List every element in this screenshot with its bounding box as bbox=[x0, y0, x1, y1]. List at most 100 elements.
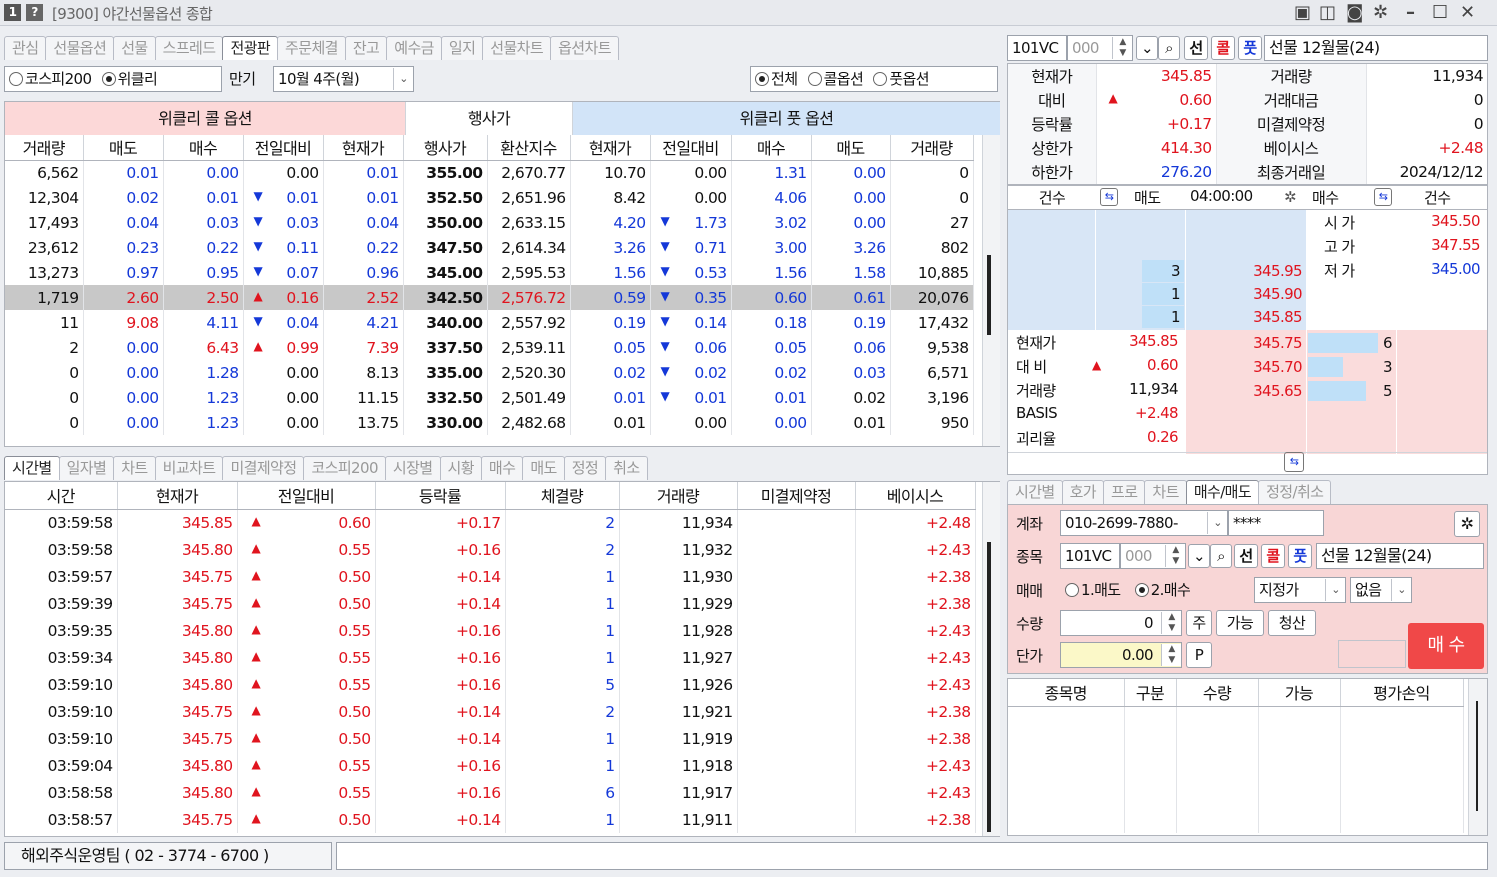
scrollbar-thumb[interactable] bbox=[1476, 701, 1478, 811]
window-number-badge[interactable]: 1 bbox=[4, 4, 21, 21]
qty-unit-button[interactable]: 주 bbox=[1186, 610, 1212, 636]
order-tab-4[interactable]: 매수/매도 bbox=[1185, 480, 1260, 504]
qty-input[interactable]: 0 ▲ ▼ bbox=[1060, 610, 1182, 636]
tick-row[interactable]: 03:58:58 345.80 ▲ 0.55 +0.16 6 11,917 +2.43 bbox=[5, 779, 976, 806]
gear-icon[interactable]: ✲ bbox=[1284, 188, 1297, 206]
call-button[interactable]: 콜 bbox=[1211, 36, 1235, 60]
search-icon[interactable]: ⌕ bbox=[1158, 36, 1180, 60]
sub-tab-10[interactable]: 정정 bbox=[563, 456, 607, 480]
sub-tab-6[interactable]: 시장별 bbox=[384, 456, 441, 480]
put-button[interactable]: 풋 bbox=[1238, 36, 1262, 60]
radio-weekly[interactable]: 위클리 bbox=[101, 70, 158, 88]
radio-sell[interactable]: 1.매도 bbox=[1065, 581, 1121, 599]
option-board-row[interactable]: 2 0.00 6.43 ▲ 0.99 7.39 337.50 2,539.11 0.05 ▼ 0.0… bbox=[5, 335, 974, 360]
scrollbar-thumb[interactable] bbox=[987, 255, 991, 335]
sub-tab-3[interactable]: 비교차트 bbox=[154, 456, 224, 480]
radio-put[interactable]: 풋옵션 bbox=[873, 70, 930, 88]
condition-select[interactable]: 없음 ⌄ bbox=[1350, 577, 1412, 603]
tick-row[interactable]: 03:59:35 345.80 ▲ 0.55 +0.16 1 11,928 +2.43 bbox=[5, 617, 976, 644]
tick-row[interactable]: 03:59:57 345.75 ▲ 0.50 +0.14 1 11,930 +2.38 bbox=[5, 563, 976, 590]
order-tab-5[interactable]: 정정/취소 bbox=[1258, 480, 1332, 504]
order-subcode-input[interactable]: 000 ▲ ▼ bbox=[1120, 543, 1186, 569]
gear-icon[interactable]: ✲ bbox=[1454, 511, 1480, 537]
futures-button[interactable]: 선 bbox=[1234, 544, 1258, 568]
quote-subcode-input[interactable]: 000 ▲ ▼ bbox=[1067, 35, 1133, 61]
camera-icon[interactable]: ◙ bbox=[1346, 2, 1363, 23]
gear-icon[interactable]: ✲ bbox=[1373, 2, 1388, 23]
quote-code-input[interactable]: 101VC bbox=[1007, 35, 1067, 61]
spin-icon[interactable]: ▲ ▼ bbox=[1112, 37, 1132, 59]
sub-tab-5[interactable]: 코스피200 bbox=[303, 456, 386, 480]
chevron-down-icon[interactable]: ⌄ bbox=[1188, 544, 1210, 568]
search-icon[interactable]: ⌕ bbox=[1210, 544, 1232, 568]
option-board-row[interactable]: 12,304 0.02 0.01 ▼ 0.01 0.01 352.50 2,651.96 8.4… bbox=[5, 185, 974, 210]
main-tab-2[interactable]: 선물 bbox=[113, 36, 156, 60]
option-board-row[interactable]: 1,719 2.60 2.50 ▲ 0.16 2.52 342.50 2,576.72 0.59… bbox=[5, 285, 974, 310]
main-tab-1[interactable]: 선물옵션 bbox=[45, 36, 115, 60]
sub-tab-4[interactable]: 미결제약정 bbox=[222, 456, 305, 480]
help-icon[interactable]: ? bbox=[26, 4, 43, 21]
tick-row[interactable]: 03:59:34 345.80 ▲ 0.55 +0.16 1 11,927 +2.43 bbox=[5, 644, 976, 671]
price-input[interactable]: 0.00 ▲ ▼ bbox=[1060, 642, 1182, 668]
sub-tab-9[interactable]: 매도 bbox=[522, 456, 565, 480]
price-type-select[interactable]: 지정가 ⌄ bbox=[1254, 577, 1346, 603]
option-board-row[interactable]: 11 9.08 4.11 ▼ 0.04 4.21 340.00 2,557.92 0.19 ▼ 0.… bbox=[5, 310, 974, 335]
radio-call[interactable]: 콜옵션 bbox=[807, 70, 864, 88]
option-board-row[interactable]: 0 0.00 1.23 0.00 11.15 332.50 2,501.49 0.01 ▼ 0.0… bbox=[5, 385, 974, 410]
main-tab-9[interactable]: 선물차트 bbox=[482, 36, 552, 60]
liquidate-button[interactable]: 청산 bbox=[1268, 610, 1316, 636]
main-tab-7[interactable]: 예수금 bbox=[386, 36, 442, 60]
spin-icon[interactable]: ▲ ▼ bbox=[1165, 545, 1185, 567]
bid-price[interactable]: 345.75 bbox=[1186, 332, 1302, 354]
radio-buy[interactable]: 2.매수 bbox=[1134, 581, 1191, 599]
order-tab-0[interactable]: 시간별 bbox=[1007, 480, 1063, 504]
toggle-icon[interactable]: ⇆ bbox=[1374, 188, 1392, 206]
tick-row[interactable]: 03:59:39 345.75 ▲ 0.50 +0.14 1 11,929 +2.38 bbox=[5, 590, 976, 617]
bid-price[interactable]: 345.65 bbox=[1186, 380, 1302, 402]
tick-row[interactable]: 03:59:10 345.75 ▲ 0.50 +0.14 1 11,919 +2.38 bbox=[5, 725, 976, 752]
toggle-icon[interactable]: ⇆ bbox=[1100, 188, 1118, 206]
sub-tab-1[interactable]: 일자별 bbox=[58, 456, 115, 480]
option-board-row[interactable]: 23,612 0.23 0.22 ▼ 0.11 0.22 347.50 2,614.34 3.2… bbox=[5, 235, 974, 260]
ask-price[interactable]: 345.95 bbox=[1186, 260, 1302, 282]
sub-tab-2[interactable]: 차트 bbox=[113, 456, 156, 480]
radio-all[interactable]: 전체 bbox=[755, 70, 798, 88]
ask-price[interactable]: 345.90 bbox=[1186, 283, 1302, 305]
main-tab-0[interactable]: 관심 bbox=[4, 36, 47, 60]
main-tab-10[interactable]: 옵션차트 bbox=[550, 36, 619, 60]
call-button[interactable]: 콜 bbox=[1261, 544, 1285, 568]
main-tab-4[interactable]: 전광판 bbox=[222, 36, 279, 60]
maximize-icon[interactable]: ☐ bbox=[1432, 2, 1448, 23]
available-button[interactable]: 가능 bbox=[1216, 610, 1264, 636]
option-board-row[interactable]: 13,273 0.97 0.95 ▼ 0.07 0.96 345.00 2,595.53 1.5… bbox=[5, 260, 974, 285]
main-tab-5[interactable]: 주문체결 bbox=[277, 36, 346, 60]
tick-row[interactable]: 03:58:57 345.75 ▲ 0.50 +0.14 1 11,911 +2.38 bbox=[5, 806, 976, 833]
password-field[interactable]: **** bbox=[1228, 510, 1324, 536]
main-tab-3[interactable]: 스프레드 bbox=[154, 36, 224, 60]
sub-tab-0[interactable]: 시간별 bbox=[4, 456, 60, 480]
close-icon[interactable]: ✕ bbox=[1460, 2, 1475, 23]
scrollbar-thumb[interactable] bbox=[987, 542, 991, 832]
option-board-row[interactable]: 17,493 0.04 0.03 ▼ 0.03 0.04 350.00 2,633.15 4.2… bbox=[5, 210, 974, 235]
option-board-row[interactable]: 0 0.00 1.28 0.00 8.13 335.00 2,520.30 0.02 ▼ 0.02… bbox=[5, 360, 974, 385]
futures-button[interactable]: 선 bbox=[1184, 36, 1208, 60]
sub-tab-7[interactable]: 시황 bbox=[439, 456, 482, 480]
link-icon[interactable]: ◫ bbox=[1319, 2, 1336, 23]
sub-tab-8[interactable]: 매수 bbox=[480, 456, 524, 480]
order-code-input[interactable]: 101VC bbox=[1060, 543, 1120, 569]
option-board-scrollbar[interactable] bbox=[982, 135, 1000, 446]
order-tab-2[interactable]: 프로 bbox=[1103, 480, 1146, 504]
tick-row[interactable]: 03:59:04 345.80 ▲ 0.55 +0.16 1 11,918 +2.43 bbox=[5, 752, 976, 779]
tick-scrollbar[interactable] bbox=[982, 482, 1000, 836]
option-board-row[interactable]: 6,562 0.01 0.00 0.00 0.01 355.00 2,670.77 10.70… bbox=[5, 160, 974, 185]
minimize-icon[interactable]: – bbox=[1406, 2, 1415, 23]
toggle-icon[interactable]: ⇆ bbox=[1284, 452, 1304, 472]
spin-icon[interactable]: ▲ ▼ bbox=[1161, 612, 1181, 634]
sub-tab-11[interactable]: 취소 bbox=[605, 456, 648, 480]
put-button[interactable]: 풋 bbox=[1288, 544, 1312, 568]
bid-price[interactable]: 345.70 bbox=[1186, 356, 1302, 378]
buy-submit-button[interactable]: 매 수 bbox=[1408, 623, 1484, 669]
tick-row[interactable]: 03:59:58 345.85 ▲ 0.60 +0.17 2 11,934 +2.48 bbox=[5, 509, 976, 536]
order-tab-1[interactable]: 호가 bbox=[1061, 480, 1105, 504]
memo-icon[interactable]: ▣ bbox=[1294, 2, 1311, 23]
